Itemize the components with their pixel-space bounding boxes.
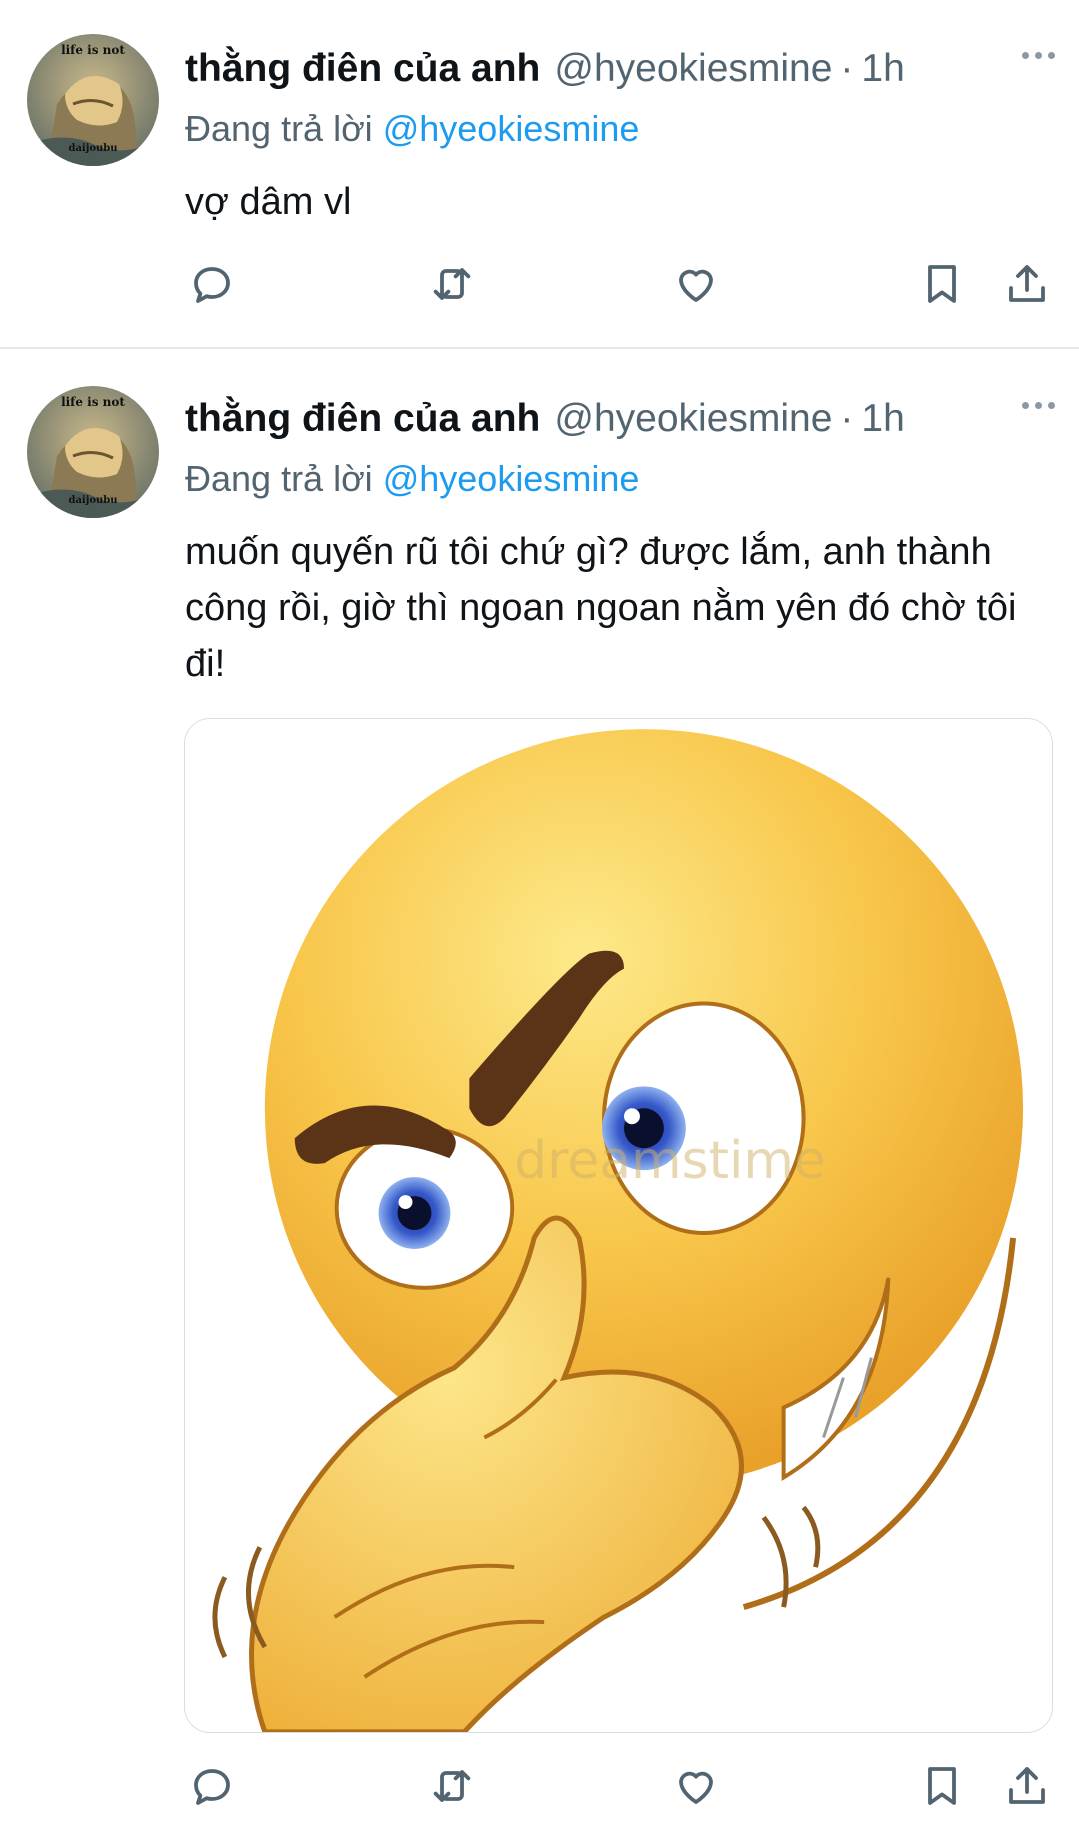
- share-button[interactable]: [997, 254, 1057, 314]
- avatar-caption-bottom: daijoubu: [68, 143, 118, 154]
- reply-button[interactable]: [182, 1756, 242, 1816]
- retweet-button[interactable]: [422, 254, 482, 314]
- bookmark-icon: [928, 1767, 956, 1805]
- replying-prefix: Đang trả lời: [185, 108, 373, 149]
- display-name[interactable]: thằng điên của anh: [185, 397, 540, 441]
- replying-prefix: Đang trả lời: [185, 458, 373, 499]
- heart-icon: [679, 269, 713, 302]
- heart-icon: [679, 1771, 713, 1804]
- avatar-caption-top: life is not: [61, 395, 125, 409]
- avatar[interactable]: life is not daijoubu: [27, 386, 159, 518]
- smirking-emoji-image: dreamstime: [185, 719, 1052, 1732]
- reply-button[interactable]: [182, 254, 242, 314]
- timestamp[interactable]: 1h: [861, 397, 904, 441]
- bookmark-button[interactable]: [912, 1756, 972, 1816]
- share-icon: [1009, 265, 1045, 302]
- reply-icon: [194, 1769, 230, 1805]
- handle[interactable]: @hyeokiesmine: [554, 397, 832, 441]
- tweet-header: thằng điên của anh @hyeokiesmine · 1h: [185, 44, 1065, 94]
- bookmark-icon: [928, 265, 956, 303]
- more-icon[interactable]: [1022, 52, 1055, 59]
- separator-dot: ·: [840, 47, 854, 90]
- replying-to: Đang trả lời @hyeokiesmine: [185, 458, 639, 500]
- display-name[interactable]: thằng điên của anh: [185, 47, 540, 91]
- tweet-text: muốn quyến rũ tôi chứ gì? được lắm, anh …: [185, 531, 1017, 685]
- like-button[interactable]: [666, 254, 726, 314]
- share-button[interactable]: [997, 1756, 1057, 1816]
- like-button[interactable]: [666, 1756, 726, 1816]
- tweet[interactable]: life is not daijoubu thằng điên của anh …: [0, 0, 1079, 348]
- retweet-icon: [433, 1770, 471, 1802]
- replying-mention[interactable]: @hyeokiesmine: [383, 458, 640, 499]
- timestamp[interactable]: 1h: [861, 47, 904, 91]
- retweet-icon: [433, 268, 471, 300]
- media-watermark: dreamstime: [514, 1131, 826, 1191]
- action-bar: [0, 1756, 1079, 1816]
- avatar[interactable]: life is not daijoubu: [27, 34, 159, 166]
- tweet-divider: [0, 347, 1079, 349]
- replying-to: Đang trả lời @hyeokiesmine: [185, 108, 639, 150]
- handle[interactable]: @hyeokiesmine: [554, 47, 832, 91]
- reply-icon: [194, 267, 230, 303]
- retweet-button[interactable]: [422, 1756, 482, 1816]
- separator-dot: ·: [840, 397, 854, 440]
- avatar-caption-bottom: daijoubu: [68, 495, 118, 506]
- tweet-media-image[interactable]: dreamstime: [184, 718, 1053, 1733]
- bookmark-button[interactable]: [912, 254, 972, 314]
- share-icon: [1009, 1767, 1045, 1804]
- avatar-caption-top: life is not: [61, 43, 125, 57]
- more-icon[interactable]: [1022, 402, 1055, 409]
- tweet-header: thằng điên của anh @hyeokiesmine · 1h: [185, 394, 1065, 444]
- tweet[interactable]: life is not daijoubu thằng điên của anh …: [0, 350, 1079, 1841]
- tweet-text: vợ dâm vl: [185, 181, 352, 223]
- action-bar: [0, 254, 1079, 314]
- replying-mention[interactable]: @hyeokiesmine: [383, 108, 640, 149]
